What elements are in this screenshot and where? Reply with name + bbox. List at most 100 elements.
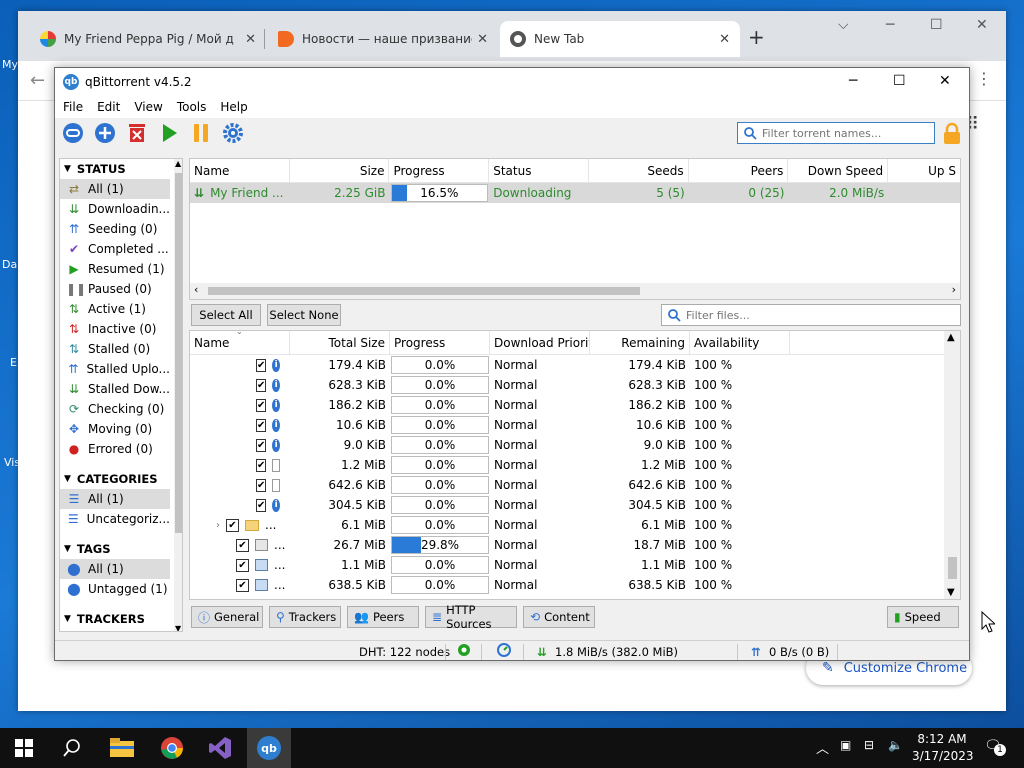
- file-explorer-button[interactable]: [100, 728, 144, 768]
- column-header[interactable]: Name ⌄: [190, 331, 290, 354]
- select-none-button[interactable]: Select None: [267, 304, 341, 326]
- pause-button[interactable]: [189, 121, 213, 145]
- file-checkbox[interactable]: ✔: [256, 458, 267, 472]
- tab-content[interactable]: ⟲ Content: [523, 606, 595, 628]
- status-section-header[interactable]: ▼ STATUS: [60, 159, 182, 179]
- tray-app-icon[interactable]: ▣: [840, 738, 851, 752]
- file-priority[interactable]: Normal: [490, 495, 590, 515]
- clock[interactable]: 8:12 AM 3/17/2023: [912, 731, 974, 765]
- delete-torrent-button[interactable]: [125, 121, 149, 145]
- scroll-right-icon[interactable]: ›: [952, 283, 956, 296]
- file-row[interactable]: ✔ i 10.6 KiB 0.0% Normal 10.6 KiB 100 %: [190, 415, 960, 435]
- lock-button[interactable]: [941, 122, 963, 149]
- sidebar-item[interactable]: ⇅ Active (1): [60, 299, 170, 319]
- column-header[interactable]: Status: [489, 159, 589, 182]
- close-icon[interactable]: ✕: [245, 32, 256, 47]
- scroll-thumb[interactable]: [208, 287, 640, 295]
- file-checkbox[interactable]: ✔: [256, 418, 267, 432]
- scroll-up-icon[interactable]: ▲: [947, 332, 955, 343]
- scroll-thumb[interactable]: [948, 557, 957, 579]
- file-priority[interactable]: Normal: [490, 435, 590, 455]
- network-icon[interactable]: ⊟: [864, 738, 874, 752]
- sidebar-item[interactable]: ⇈ Stalled Uplo...: [60, 359, 170, 379]
- close-window-icon[interactable]: ✕: [939, 73, 951, 89]
- file-row[interactable]: ✔ i 9.0 KiB 0.0% Normal 9.0 KiB 100 %: [190, 435, 960, 455]
- tags-section-header[interactable]: ▼ TAGS: [60, 539, 182, 559]
- tab-search-icon[interactable]: ⌵: [838, 17, 849, 33]
- file-row[interactable]: ✔... 638.5 KiB 0.0% Normal 638.5 KiB 100 %: [190, 575, 960, 595]
- close-window-icon[interactable]: ✕: [976, 17, 988, 33]
- sidebar-item[interactable]: ⇄ All (1): [60, 179, 170, 199]
- maximize-icon[interactable]: ☐: [930, 17, 943, 33]
- tab-peers[interactable]: 👥 Peers: [347, 606, 419, 628]
- tab-trackers[interactable]: ⚲ Trackers: [269, 606, 341, 628]
- scroll-down-icon[interactable]: ▼: [175, 624, 181, 631]
- file-priority[interactable]: Normal: [490, 375, 590, 395]
- sidebar-item[interactable]: ⇅ Inactive (0): [60, 319, 170, 339]
- file-priority[interactable]: Normal: [490, 475, 590, 495]
- column-header[interactable]: Seeds: [589, 159, 689, 182]
- volume-icon[interactable]: 🔈: [888, 738, 903, 752]
- file-row[interactable]: › ✔... 6.1 MiB 0.0% Normal 6.1 MiB 100 %: [190, 515, 960, 535]
- column-header[interactable]: Name: [190, 159, 290, 182]
- add-torrent-link-button[interactable]: [61, 121, 85, 145]
- file-priority[interactable]: Normal: [490, 535, 590, 555]
- new-tab-button[interactable]: +: [748, 25, 765, 49]
- speed-limit-icon[interactable]: [497, 643, 511, 660]
- options-button[interactable]: [221, 121, 245, 145]
- scroll-down-icon[interactable]: ▼: [947, 587, 955, 598]
- connection-ok-icon[interactable]: [457, 643, 471, 660]
- minimize-icon[interactable]: ─: [849, 73, 857, 89]
- sidebar-item[interactable]: ☰ All (1): [60, 489, 170, 509]
- sidebar-item[interactable]: ✔ Completed ...: [60, 239, 170, 259]
- column-header[interactable]: Down Speed: [788, 159, 889, 182]
- file-filter-box[interactable]: [661, 304, 961, 326]
- torrent-filter-box[interactable]: [737, 122, 935, 144]
- add-torrent-file-button[interactable]: [93, 121, 117, 145]
- tab-general[interactable]: ⓘ General: [191, 606, 263, 628]
- back-arrow-icon[interactable]: ←: [30, 70, 45, 91]
- sidebar-item[interactable]: ✥ Moving (0): [60, 419, 170, 439]
- notifications-button[interactable]: 🗨 1: [984, 738, 1006, 756]
- categories-section-header[interactable]: ▼ CATEGORIES: [60, 469, 182, 489]
- file-row[interactable]: ✔ 642.6 KiB 0.0% Normal 642.6 KiB 100 %: [190, 475, 960, 495]
- file-priority[interactable]: Normal: [490, 415, 590, 435]
- file-checkbox[interactable]: ✔: [256, 378, 267, 392]
- file-priority[interactable]: Normal: [490, 555, 590, 575]
- column-header[interactable]: Progress: [389, 159, 490, 182]
- file-row[interactable]: ✔ i 179.4 KiB 0.0% Normal 179.4 KiB 100 %: [190, 355, 960, 375]
- start-button[interactable]: [2, 728, 46, 768]
- sidebar-item[interactable]: ⇅ Stalled (0): [60, 339, 170, 359]
- file-row[interactable]: ✔ i 186.2 KiB 0.0% Normal 186.2 KiB 100 %: [190, 395, 960, 415]
- file-checkbox[interactable]: ✔: [256, 438, 267, 452]
- column-header[interactable]: Size: [290, 159, 390, 182]
- file-priority[interactable]: Normal: [490, 515, 590, 535]
- desktop-icon-label[interactable]: E: [10, 356, 17, 369]
- sidebar-item[interactable]: ⟳ Checking (0): [60, 399, 170, 419]
- menu-edit[interactable]: Edit: [97, 100, 120, 114]
- file-row[interactable]: ✔ i 304.5 KiB 0.0% Normal 304.5 KiB 100 %: [190, 495, 960, 515]
- expand-chevron-icon[interactable]: ›: [216, 520, 220, 531]
- menu-help[interactable]: Help: [220, 100, 247, 114]
- sidebar-item[interactable]: ⬤ All (1): [60, 559, 170, 579]
- scroll-thumb[interactable]: [175, 173, 182, 533]
- sidebar-item[interactable]: ⬤ Untagged (1): [60, 579, 170, 599]
- tab-news[interactable]: Новости — наше призвание на ✕: [268, 21, 498, 57]
- file-checkbox[interactable]: ✔: [256, 478, 267, 492]
- maximize-icon[interactable]: ☐: [893, 73, 906, 89]
- tab-peppa[interactable]: My Friend Peppa Pig / Мой друг ✕: [30, 21, 266, 57]
- file-list-vscrollbar[interactable]: ▲ ▼: [944, 331, 960, 599]
- sidebar-item[interactable]: ❚❚ Paused (0): [60, 279, 170, 299]
- file-row[interactable]: ✔ 1.2 MiB 0.0% Normal 1.2 MiB 100 %: [190, 455, 960, 475]
- torrent-list-hscrollbar[interactable]: ‹ ›: [190, 283, 960, 299]
- minimize-icon[interactable]: ─: [886, 17, 894, 33]
- trackers-section-header[interactable]: ▼ TRACKERS: [60, 609, 182, 629]
- select-all-button[interactable]: Select All: [191, 304, 261, 326]
- scroll-left-icon[interactable]: ‹: [194, 283, 198, 296]
- column-header[interactable]: Progress: [390, 331, 490, 354]
- close-icon[interactable]: ✕: [477, 32, 488, 47]
- menu-file[interactable]: File: [63, 100, 83, 114]
- file-row[interactable]: ✔... 1.1 MiB 0.0% Normal 1.1 MiB 100 %: [190, 555, 960, 575]
- file-priority[interactable]: Normal: [490, 355, 590, 375]
- column-header[interactable]: Total Size: [290, 331, 390, 354]
